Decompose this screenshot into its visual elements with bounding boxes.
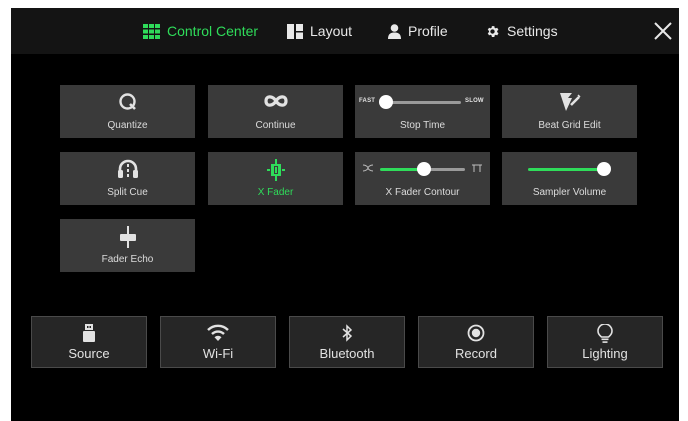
lightbulb-icon [597,324,613,343]
tab-control-center[interactable]: Control Center [143,21,258,41]
tab-label: Settings [507,23,558,39]
quantize-icon [118,93,136,110]
top-nav-bar: Control Center Layout Profile Settings [11,8,679,54]
tab-profile[interactable]: Profile [388,21,448,41]
tab-label: Layout [310,23,353,39]
tile-label: Quantize [107,120,148,131]
sampler-volume-fill [528,168,608,171]
beat-grid-edit-icon [559,93,581,111]
button-label: Record [455,346,497,361]
wifi-icon [207,324,229,341]
button-label: Source [68,346,110,361]
fast-label: FAST [359,98,376,104]
grid-icon [143,23,160,39]
infinity-icon [263,95,288,107]
stop-time-knob[interactable] [379,95,393,109]
crossfader-icon [266,159,285,181]
tile-label: X Fader Contour [385,187,460,198]
tab-settings[interactable]: Settings [485,21,558,41]
x-fader-contour-knob[interactable] [417,162,431,176]
bluetooth-button[interactable]: Bluetooth [289,316,405,368]
tile-label: Continue [255,120,296,131]
headphones-icon [117,159,138,178]
tile-label: Stop Time [399,120,446,131]
tile-label: Fader Echo [101,254,154,265]
button-label: Wi-Fi [202,346,234,361]
tab-label: Profile [408,23,448,39]
tile-label: Split Cue [107,187,148,198]
close-icon[interactable] [651,19,675,43]
button-label: Lighting [582,346,628,361]
tab-label: Control Center [167,23,259,39]
person-icon [388,23,401,39]
record-button[interactable]: Record [418,316,534,368]
beat-grid-edit-tile[interactable]: Beat Grid Edit [502,85,637,138]
fader-icon [119,226,136,248]
source-button[interactable]: Source [31,316,147,368]
split-cue-tile[interactable]: Split Cue [60,152,195,205]
tile-label: Sampler Volume [532,187,607,198]
tile-label: X Fader [257,187,294,198]
x-fader-contour-track [425,168,465,171]
x-shape-icon [363,164,373,172]
stop-time-track [383,101,461,104]
control-center-screen: Control Center Layout Profile Settings Q… [11,8,679,421]
cut-shape-icon [472,164,482,172]
wifi-button[interactable]: Wi-Fi [160,316,276,368]
bluetooth-icon [342,324,353,342]
layout-icon [287,23,303,39]
usb-drive-icon [83,324,95,342]
sampler-volume-knob[interactable] [597,162,611,176]
stop-time-tile[interactable]: FAST SLOW Stop Time [355,85,490,138]
gear-icon [487,25,499,37]
fader-echo-tile[interactable]: Fader Echo [60,219,195,272]
slow-label: SLOW [465,98,484,104]
x-fader-contour-tile[interactable]: X Fader Contour [355,152,490,205]
quantize-tile[interactable]: Quantize [60,85,195,138]
record-icon [467,324,485,342]
button-label: Bluetooth [319,346,375,361]
x-fader-tile[interactable]: X Fader [208,152,343,205]
sampler-volume-tile[interactable]: Sampler Volume [502,152,637,205]
tab-layout[interactable]: Layout [287,21,352,41]
tile-label: Beat Grid Edit [538,120,601,131]
continue-tile[interactable]: Continue [208,85,343,138]
lighting-button[interactable]: Lighting [547,316,663,368]
